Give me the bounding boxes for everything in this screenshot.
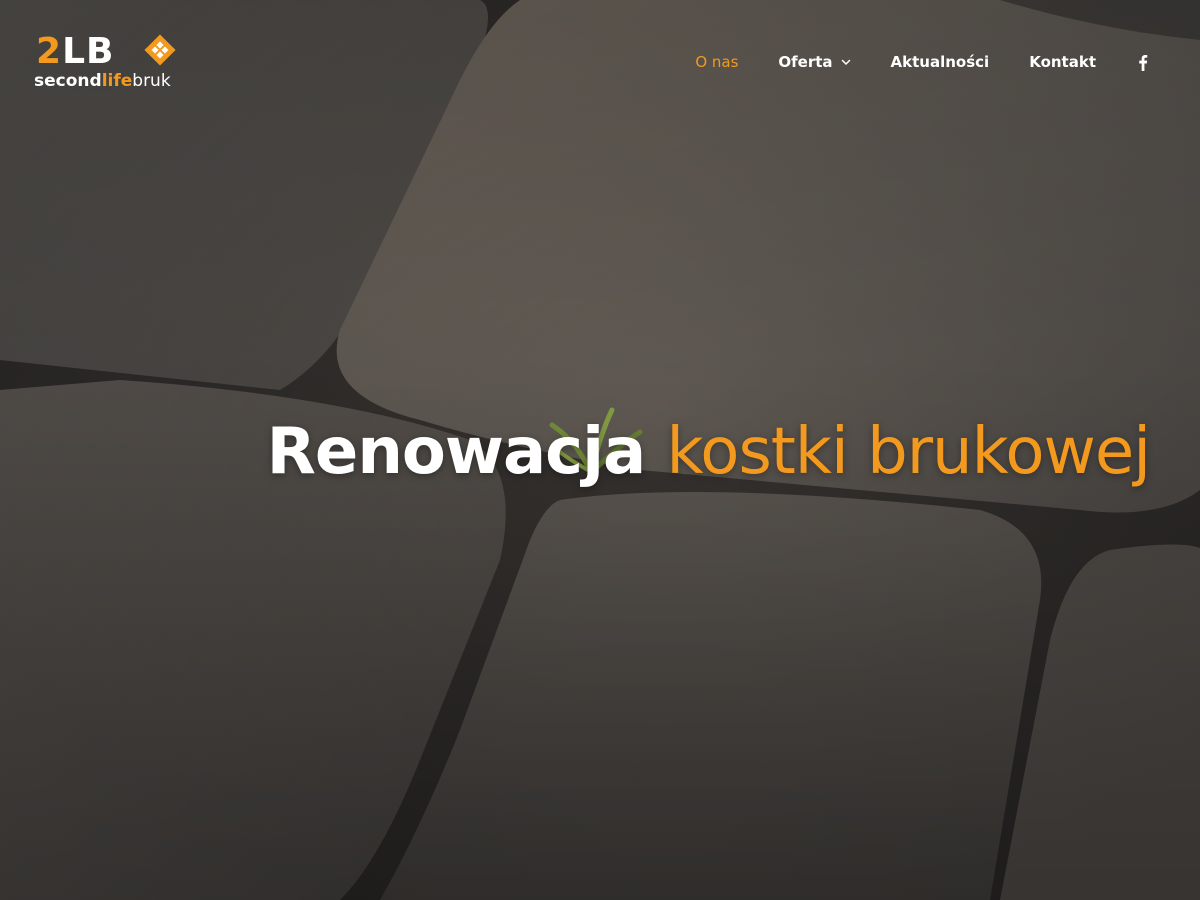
facebook-link[interactable] bbox=[1136, 53, 1150, 71]
main-nav: O nas Oferta Aktualności Kontakt bbox=[655, 50, 1150, 74]
logo-mark: 2LB bbox=[36, 32, 114, 72]
nav-item-label: Aktualności bbox=[890, 53, 990, 71]
logo-word-bruk: bruk bbox=[132, 71, 171, 91]
nav-item-oferta[interactable]: Oferta bbox=[778, 53, 850, 71]
logo-wordmark: secondlifebruk bbox=[34, 70, 171, 92]
logo-mark-letters: LB bbox=[62, 31, 115, 72]
logo-mark-number: 2 bbox=[36, 31, 63, 72]
logo-word-second: second bbox=[34, 71, 102, 91]
logo-word-life: life bbox=[101, 71, 133, 91]
nav-item-o-nas[interactable]: O nas bbox=[695, 53, 738, 71]
paving-diamond-icon bbox=[144, 34, 176, 66]
hero-heading: Renowacja kostki brukowej bbox=[266, 412, 1151, 492]
nav-item-kontakt[interactable]: Kontakt bbox=[1029, 53, 1096, 71]
site-logo[interactable]: 2LB secondlifebruk bbox=[34, 32, 194, 94]
hero-heading-orange: kostki brukowej bbox=[666, 415, 1151, 489]
nav-item-label: Kontakt bbox=[1029, 53, 1096, 71]
chevron-down-icon bbox=[841, 59, 850, 65]
nav-item-label: O nas bbox=[695, 53, 739, 71]
facebook-icon bbox=[1139, 54, 1148, 71]
hero-heading-white: Renowacja bbox=[266, 415, 647, 489]
nav-item-aktualnosci[interactable]: Aktualności bbox=[891, 53, 990, 71]
nav-item-label: Oferta bbox=[778, 53, 833, 71]
hero-section: 2LB secondlifebruk O nas Oferta Aktualno… bbox=[0, 0, 1200, 900]
